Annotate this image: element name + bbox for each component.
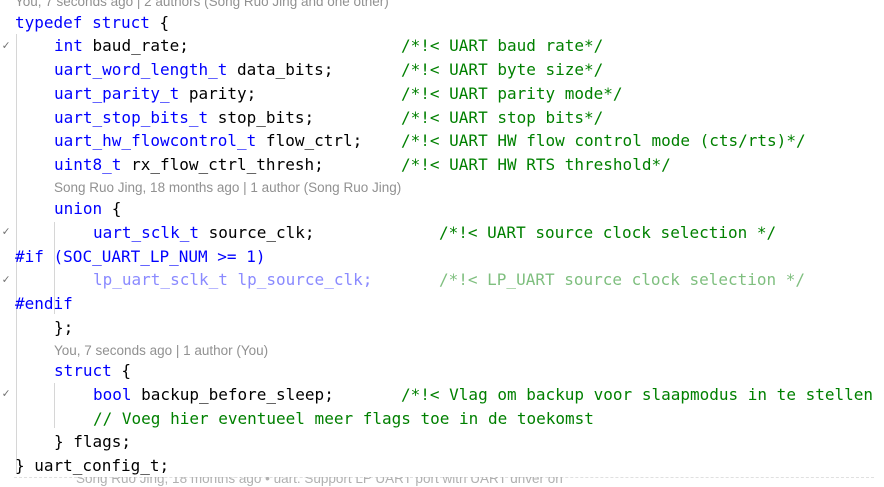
codelens-text: You, 7 seconds ago | 1 author (You) [54, 343, 269, 358]
type-name: int [54, 36, 83, 55]
code-line: uart_sclk_t source_clk; /*!< UART source… [0, 221, 884, 244]
code-line: uart_word_length_t data_bits; /*!< UART … [0, 58, 884, 81]
type-name: uart_stop_bits_t [54, 108, 209, 127]
comment: /*!< UART baud rate*/ [401, 36, 604, 55]
comment: // Voeg hier eventueel meer flags toe in… [93, 409, 594, 428]
type-name: uint8_t [54, 155, 122, 174]
code-line: } uart_config_t; [0, 454, 884, 477]
type-name: uart_parity_t [54, 84, 180, 103]
code-text: { [149, 13, 170, 32]
code-line: ✓ typedef struct { [0, 11, 884, 52]
codelens-blame[interactable]: Song Ruo Jing, 18 months ago • uart: Sup… [0, 477, 884, 487]
comment: /*!< UART source clock selection */ [439, 223, 777, 242]
comment: /*!< LP_UART source clock selection */ [439, 270, 806, 289]
code-text: { [111, 361, 132, 380]
field-name: flow_ctrl; [256, 131, 363, 150]
comment: /*!< UART HW flow control mode (cts/rts)… [401, 131, 806, 150]
code-line: uart_hw_flowcontrol_t flow_ctrl; /*!< UA… [0, 129, 884, 152]
comment: /*!< UART stop bits*/ [401, 108, 604, 127]
code-editor[interactable]: You, 7 seconds ago | 2 authors (Song Ruo… [0, 0, 884, 487]
field-name: baud_rate; [82, 36, 189, 55]
code-text: { [102, 199, 122, 218]
code-text: } uart_config_t; [15, 456, 170, 475]
comment: /*!< UART byte size*/ [401, 60, 604, 79]
comment: /*!< Vlag om backup voor slaapmodus in t… [401, 385, 884, 404]
codelens-text: Song Ruo Jing, 18 months ago | 1 author … [54, 180, 402, 195]
code-line: }; [0, 316, 884, 339]
preprocessor-directive: #if [15, 247, 44, 266]
code-line: uart_parity_t parity; /*!< UART parity m… [0, 82, 884, 105]
field-name: lp_source_clk; [227, 270, 373, 289]
type-name: lp_uart_sclk_t [93, 270, 228, 289]
type-name: uart_word_length_t [54, 60, 228, 79]
type-name: uart_hw_flowcontrol_t [54, 131, 257, 150]
codelens-blame[interactable]: You, 7 seconds ago | 1 author (You) [0, 341, 884, 361]
comment: /*!< UART HW RTS threshold*/ [401, 155, 671, 174]
code-line: ✓ #if (SOC_UART_LP_NUM >= 1) [0, 245, 884, 286]
comment: /*!< UART parity mode*/ [401, 84, 623, 103]
code-text: } flags; [54, 432, 132, 451]
code-line: lp_uart_sclk_t lp_source_clk; /*!< LP_UA… [0, 268, 884, 291]
code-line: uint8_t rx_flow_ctrl_thresh; /*!< UART H… [0, 153, 884, 176]
code-line: ✓ struct { [0, 359, 884, 400]
code-line: int baud_rate; /*!< UART baud rate*/ [0, 34, 884, 57]
code-text: }; [54, 318, 74, 337]
type-name: uart_sclk_t [93, 223, 199, 242]
field-name: stop_bits; [208, 108, 315, 127]
preprocessor-expression: (SOC_UART_LP_NUM >= 1) [43, 247, 266, 266]
field-name: data_bits; [227, 60, 334, 79]
keyword: struct [92, 13, 150, 32]
code-line: ✓ union { [0, 197, 884, 238]
code-line: } flags; [0, 430, 884, 453]
codelens-text: Song Ruo Jing, 18 months ago • uart: Sup… [76, 477, 563, 486]
field-name: source_clk; [198, 223, 315, 242]
field-name: backup_before_sleep; [131, 385, 334, 404]
preprocessor-directive: #endif [15, 294, 73, 313]
code-line: // Voeg hier eventueel meer flags toe in… [0, 407, 884, 430]
code-line: uart_stop_bits_t stop_bits; /*!< UART st… [0, 106, 884, 129]
field-name: parity; [179, 84, 257, 103]
code-line: #endif [0, 292, 884, 315]
codelens-blame[interactable]: Song Ruo Jing, 18 months ago | 1 author … [0, 178, 884, 198]
keyword: typedef [15, 13, 83, 32]
keyword: struct [54, 361, 112, 380]
type-name: bool [93, 385, 132, 404]
keyword: union [54, 199, 103, 218]
field-name: rx_flow_ctrl_thresh; [121, 155, 324, 174]
code-line: bool backup_before_sleep; /*!< Vlag om b… [0, 383, 884, 406]
